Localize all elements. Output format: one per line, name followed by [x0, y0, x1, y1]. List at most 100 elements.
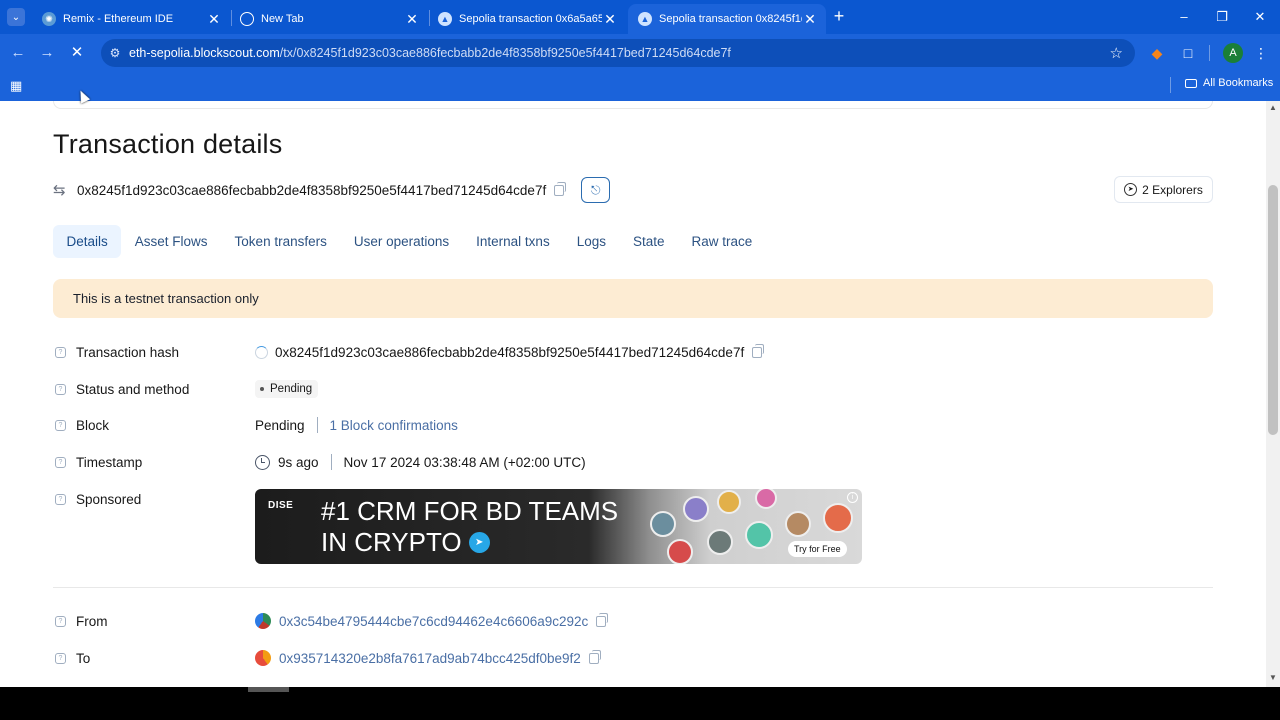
status-label: Status and method: [76, 381, 190, 397]
copy-icon[interactable]: [752, 343, 765, 358]
browser-tab-new-tab[interactable]: New Tab ✕: [230, 4, 428, 34]
timestamp-value-group: 9s ago Nov 17 2024 03:38:48 AM (+02:00 U…: [255, 451, 586, 473]
to-address-link[interactable]: 0x935714320e2b8fa7617ad9ab74bcc425df0be9…: [279, 651, 581, 666]
tab-raw-trace[interactable]: Raw trace: [678, 225, 766, 258]
detail-row-timestamp: ? Timestamp: [55, 451, 142, 473]
tab-details[interactable]: Details: [53, 225, 122, 258]
metamask-fox-icon[interactable]: ◆: [1147, 43, 1167, 63]
sponsored-ad-banner[interactable]: DISE #1 CRM FOR BD TEAMS IN CRYPTO ➤ Try …: [255, 489, 862, 564]
sponsored-label: Sponsored: [76, 491, 142, 507]
tab-user-operations[interactable]: User operations: [340, 225, 462, 258]
to-label: To: [76, 650, 91, 666]
from-address-link[interactable]: 0x3c54be4795444cbe7c6cd94462e4c6606a9c29…: [279, 614, 588, 629]
browser-tab-sepolia-1[interactable]: ▲ Sepolia transaction 0x6a5a655c ✕: [428, 4, 626, 34]
tag-icon[interactable]: ⎋: [581, 177, 611, 203]
url-path: /tx/0x8245f1d923c03cae886fecbabb2de4f835…: [279, 46, 731, 60]
copy-icon[interactable]: [588, 649, 601, 664]
ad-cta-button[interactable]: Try for Free: [788, 541, 847, 557]
menu-kebab-icon[interactable]: ⋮: [1251, 43, 1271, 63]
tab-title: Sepolia transaction 0x8245f1d9: [659, 13, 802, 25]
all-bookmarks-button[interactable]: All Bookmarks: [1185, 77, 1273, 89]
address-avatar: [255, 650, 271, 666]
nft-avatar: [745, 521, 773, 549]
timestamp-full: Nov 17 2024 03:38:48 AM (+02:00 UTC): [343, 454, 586, 470]
copy-icon[interactable]: [596, 612, 609, 627]
tab-title: Sepolia transaction 0x6a5a655c: [459, 13, 602, 25]
value-separator: [330, 454, 332, 470]
bookmarks-separator: [1170, 77, 1171, 93]
tab-title: New Tab: [261, 13, 304, 25]
window-close-icon[interactable]: ✕: [1249, 7, 1271, 27]
info-icon[interactable]: ?: [55, 493, 66, 505]
timestamp-ago: 9s ago: [278, 454, 319, 470]
status-badge-text: Pending: [270, 383, 313, 395]
scroll-down-icon[interactable]: ▼: [1269, 673, 1277, 682]
scroll-up-icon[interactable]: ▲: [1269, 103, 1277, 112]
section-divider: [53, 587, 1213, 588]
nft-avatar: [683, 496, 709, 522]
explorers-label: 2 Explorers: [1142, 182, 1203, 197]
stop-loading-icon[interactable]: ✕: [67, 43, 87, 63]
url-domain: eth-sepolia.blockscout.com: [129, 46, 280, 60]
info-icon[interactable]: ?: [55, 652, 66, 664]
close-icon[interactable]: ✕: [802, 11, 818, 28]
browser-chrome: ⌄ ✺ Remix - Ethereum IDE ✕ New Tab ✕ ▲ S…: [0, 0, 1280, 101]
back-icon[interactable]: ←: [8, 43, 28, 63]
info-icon[interactable]: ?: [55, 615, 66, 627]
maximize-icon[interactable]: ❐: [1211, 7, 1233, 27]
minimize-icon[interactable]: –: [1173, 7, 1195, 27]
tx-hash-value-group: 0x8245f1d923c03cae886fecbabb2de4f8358bf9…: [255, 341, 765, 363]
nft-avatar: [785, 511, 811, 537]
all-bookmarks-label: All Bookmarks: [1203, 77, 1274, 89]
browser-tab-sepolia-2[interactable]: ▲ Sepolia transaction 0x8245f1d9 ✕: [628, 4, 826, 34]
explorers-button[interactable]: ➤ 2 Explorers: [1114, 176, 1213, 203]
info-icon[interactable]: ?: [55, 346, 66, 358]
copy-icon[interactable]: [554, 181, 567, 196]
folder-icon: [1185, 78, 1197, 88]
info-icon[interactable]: ?: [55, 419, 66, 431]
tab-logs[interactable]: Logs: [563, 225, 619, 258]
apps-grid-icon[interactable]: ▦: [10, 78, 22, 94]
detail-row-sponsored: ? Sponsored: [55, 488, 141, 510]
detail-row-from: ? From: [55, 610, 108, 632]
address-bar[interactable]: ⚙ eth-sepolia.blockscout.com/tx/0x8245f1…: [101, 39, 1135, 67]
compass-icon: ➤: [1124, 183, 1138, 196]
pending-spinner-icon: [255, 345, 268, 359]
ad-brand: DISE: [268, 500, 294, 511]
page-content: Transaction details ⇆ 0x8245f1d923c03cae…: [0, 101, 1280, 687]
tab-asset-flows[interactable]: Asset Flows: [121, 225, 221, 258]
close-icon[interactable]: ✕: [404, 11, 420, 28]
info-icon[interactable]: ?: [55, 383, 66, 395]
tx-hash-heading: 0x8245f1d923c03cae886fecbabb2de4f8358bf9…: [77, 182, 547, 198]
site-info-icon[interactable]: ⚙: [101, 46, 129, 60]
new-tab-button[interactable]: +: [830, 7, 848, 27]
ad-subline-text: IN CRYPTO: [321, 527, 462, 557]
tab-state[interactable]: State: [619, 225, 678, 258]
timestamp-label: Timestamp: [76, 454, 143, 470]
forward-icon[interactable]: →: [37, 43, 57, 63]
chrome-icon: [240, 12, 254, 26]
tab-token-transfers[interactable]: Token transfers: [221, 225, 340, 258]
bookmark-star-icon[interactable]: ☆: [1110, 44, 1123, 62]
ad-info-icon[interactable]: i: [847, 492, 858, 503]
close-icon[interactable]: ✕: [206, 11, 222, 28]
browser-toolbar: ← → ✕ ⚙ eth-sepolia.blockscout.com/tx/0x…: [0, 34, 1280, 72]
extensions-puzzle-icon[interactable]: □: [1178, 43, 1198, 63]
detail-row-status: ? Status and method: [55, 378, 189, 400]
close-icon[interactable]: ✕: [602, 11, 618, 28]
tab-title: Remix - Ethereum IDE: [63, 13, 174, 25]
tab-search-button[interactable]: ⌄: [7, 8, 25, 26]
nft-avatar: [707, 529, 733, 555]
info-icon[interactable]: ?: [55, 456, 66, 468]
remix-icon: ✺: [42, 12, 56, 26]
blockscout-icon: ▲: [438, 12, 452, 26]
tab-internal-txns[interactable]: Internal txns: [463, 225, 564, 258]
scrollbar-thumb[interactable]: [1268, 185, 1278, 435]
profile-avatar[interactable]: A: [1223, 43, 1243, 63]
block-confirmations: 1 Block confirmations: [329, 417, 458, 433]
nft-avatar: [823, 503, 853, 533]
vertical-scrollbar[interactable]: ▲ ▼: [1266, 101, 1280, 687]
detail-tabs: Details Asset Flows Token transfers User…: [53, 225, 766, 258]
browser-tab-remix[interactable]: ✺ Remix - Ethereum IDE ✕: [32, 4, 230, 34]
status-badge: Pending: [255, 380, 319, 398]
